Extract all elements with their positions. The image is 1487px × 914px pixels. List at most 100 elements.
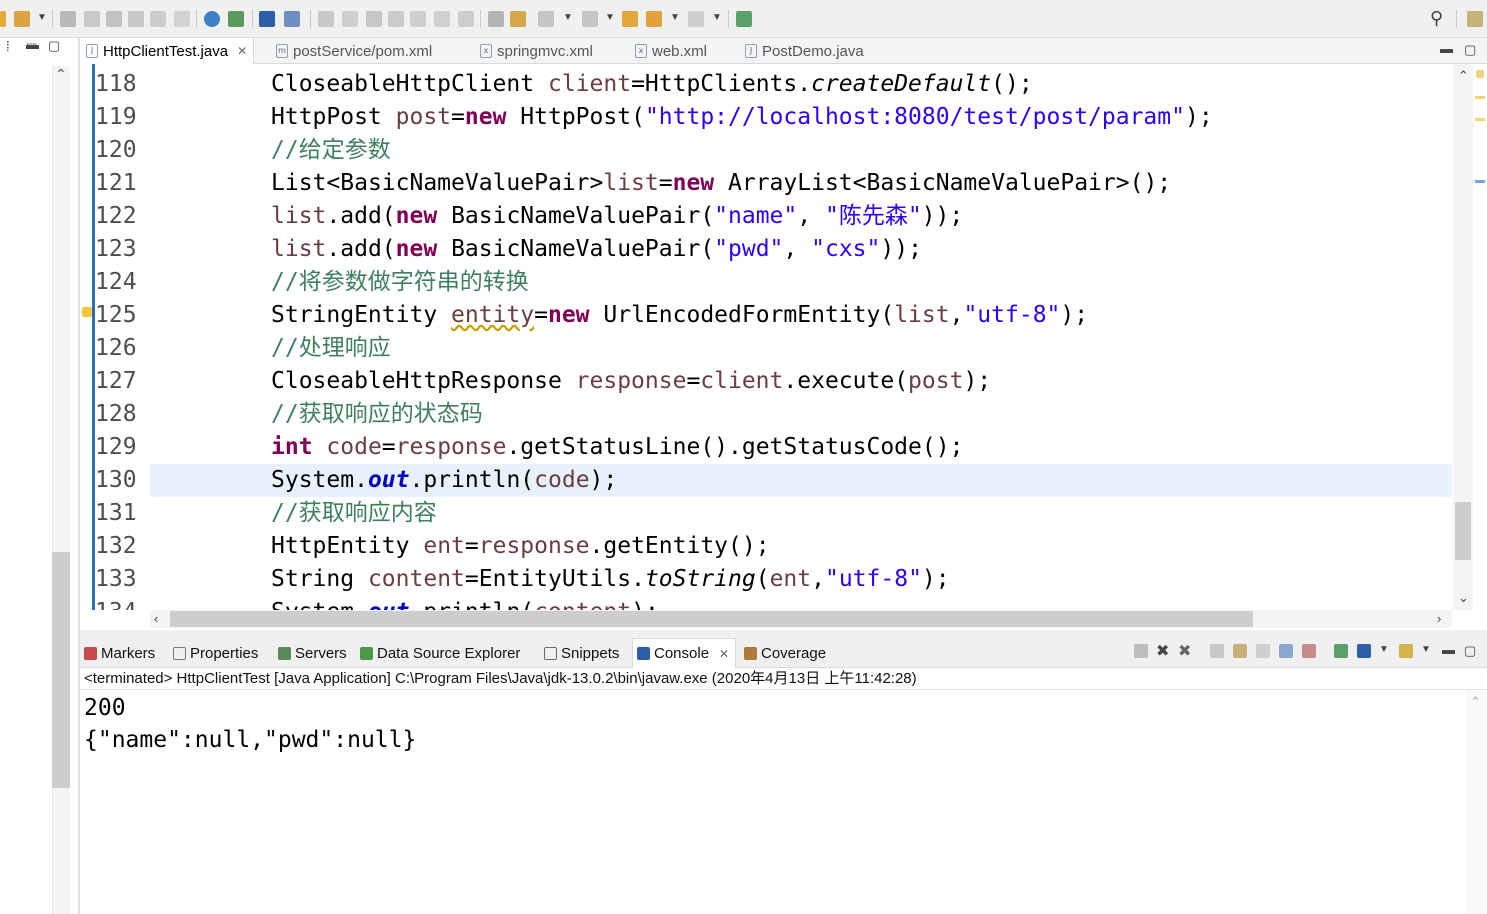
tab-data-source-explorer[interactable]: Data Source Explorer [360, 638, 520, 668]
globe-icon[interactable] [204, 11, 220, 27]
code-line[interactable]: int code=response.getStatusLine().getSta… [150, 431, 1452, 464]
tab-springmvc-xml[interactable]: x springmvc.xml [480, 38, 593, 64]
tab-web-xml[interactable]: x web.xml [635, 38, 707, 64]
code-line[interactable]: list.add(new BasicNameValuePair("name", … [150, 200, 1452, 233]
terminate-icon[interactable] [366, 11, 382, 27]
whitespace-icon[interactable] [150, 11, 166, 27]
scroll-up-icon[interactable]: ⌃ [1458, 68, 1469, 84]
disconnect-icon[interactable] [388, 11, 404, 27]
terminate-icon[interactable] [1134, 644, 1148, 658]
scroll-left-icon[interactable]: ‹ [154, 611, 158, 626]
remove-launch-icon[interactable]: ✖ [1156, 641, 1169, 661]
code-line[interactable]: System.out.println(code); [150, 464, 1452, 497]
back-icon[interactable] [646, 11, 662, 27]
code-line[interactable]: //给定参数 [150, 134, 1452, 167]
chevron-down-icon[interactable]: ▼ [670, 12, 680, 23]
minimize-icon[interactable]: ▬ [26, 38, 39, 52]
code-line[interactable]: HttpPost post=new HttpPost("http://local… [150, 101, 1452, 134]
toggle-bar-icon[interactable] [488, 11, 504, 27]
overview-warning-mark[interactable] [1475, 118, 1485, 121]
scroll-right-icon[interactable]: › [1437, 611, 1441, 626]
code-line[interactable]: StringEntity entity=new UrlEncodedFormEn… [150, 299, 1452, 332]
build-icon[interactable] [14, 11, 30, 27]
left-scroll-thumb[interactable] [52, 552, 70, 788]
editor-vscroll-thumb[interactable] [1455, 502, 1471, 560]
remove-all-icon[interactable]: ✖ [1178, 641, 1191, 661]
skip-breakpoints-icon[interactable] [284, 11, 300, 27]
warning-icon[interactable] [82, 307, 92, 317]
scroll-lock-icon[interactable] [1233, 644, 1247, 658]
close-icon[interactable]: ✕ [719, 647, 729, 661]
chevron-down-icon[interactable]: ▼ [1421, 644, 1431, 655]
chevron-down-icon[interactable]: ▼ [37, 12, 47, 23]
last-edit-icon[interactable] [622, 11, 638, 27]
code-line[interactable]: HttpEntity ent=response.getEntity(); [150, 530, 1452, 563]
console-vertical-scrollbar[interactable] [1466, 690, 1487, 914]
open-perspective-icon[interactable] [1467, 11, 1483, 27]
view-menu-icon[interactable]: ⁞ [6, 40, 10, 54]
chevron-down-icon[interactable]: ▼ [605, 12, 615, 23]
toggle-occurrences-icon[interactable] [84, 11, 100, 27]
tab-coverage[interactable]: Coverage [744, 638, 826, 668]
code-line[interactable]: CloseableHttpClient client=HttpClients.c… [150, 68, 1452, 101]
clear-console-icon[interactable] [1210, 644, 1224, 658]
console-output[interactable]: 200 {"name":null,"pwd":null} [80, 690, 1464, 914]
overview-occurrence-mark[interactable] [1475, 180, 1485, 183]
step-over-icon[interactable] [434, 11, 450, 27]
step-return-icon[interactable] [458, 11, 474, 27]
maximize-icon[interactable]: ▢ [48, 39, 60, 53]
pin-editor-icon[interactable] [736, 11, 752, 27]
tab-httpclienttest-java[interactable]: J HttpClientTest.java ✕ [80, 38, 255, 64]
word-wrap-icon[interactable] [1256, 644, 1270, 658]
minimize-icon[interactable]: ▬ [1442, 643, 1455, 657]
show-on-error-icon[interactable] [1302, 644, 1316, 658]
display-console-icon[interactable] [1357, 644, 1371, 658]
pilcrow-icon[interactable] [174, 11, 190, 27]
previous-annotation-icon[interactable] [582, 11, 598, 27]
pin-console-icon[interactable] [1334, 644, 1348, 658]
code-line[interactable]: System.out.println(content); [150, 596, 1452, 610]
resume-icon[interactable] [318, 11, 334, 27]
code-line[interactable]: //处理响应 [150, 332, 1452, 365]
minimize-icon[interactable]: ▬ [1440, 42, 1453, 56]
code-line[interactable]: //将参数做字符串的转换 [150, 266, 1452, 299]
chevron-down-icon[interactable]: ▼ [1379, 644, 1389, 655]
code-area[interactable]: CloseableHttpClient client=HttpClients.c… [150, 68, 1452, 610]
search-icon[interactable]: ⚲ [1430, 8, 1443, 29]
maximize-icon[interactable]: ▢ [1464, 644, 1476, 658]
tab-console[interactable]: Console ✕ [632, 638, 737, 668]
forward-icon[interactable] [688, 11, 704, 27]
code-line[interactable]: list.add(new BasicNameValuePair("pwd", "… [150, 233, 1452, 266]
highlight-icon[interactable] [510, 11, 526, 27]
tab-properties[interactable]: Properties [173, 638, 258, 668]
step-into-icon[interactable] [410, 11, 426, 27]
scroll-down-icon[interactable]: ⌄ [1458, 590, 1469, 606]
open-console-icon[interactable] [1399, 644, 1413, 658]
suspend-icon[interactable] [342, 11, 358, 27]
code-line[interactable]: CloseableHttpResponse response=client.ex… [150, 365, 1452, 398]
overview-warning-mark[interactable] [1475, 96, 1485, 99]
refresh-icon[interactable] [228, 11, 244, 27]
code-line[interactable]: String content=EntityUtils.toString(ent,… [150, 563, 1452, 596]
scroll-up-icon[interactable]: ⌃ [55, 66, 67, 83]
scroll-up-icon[interactable]: ⌃ [1470, 694, 1481, 710]
tab-markers[interactable]: Markers [84, 638, 155, 668]
word-wrap-icon[interactable] [128, 11, 144, 27]
show-on-output-icon[interactable] [1279, 644, 1293, 658]
editor-hscroll-thumb[interactable] [170, 611, 1253, 627]
toggle-block-icon[interactable] [106, 11, 122, 27]
chevron-down-icon[interactable]: ▼ [563, 12, 573, 23]
chevron-down-icon[interactable]: ▼ [712, 12, 722, 23]
code-editor[interactable]: 118 119 120 121 122 123 124 125 126 127 … [80, 64, 1487, 610]
run-menu-icon[interactable] [0, 11, 6, 27]
tab-snippets[interactable]: Snippets [544, 638, 619, 668]
tab-postdemo-java[interactable]: J PostDemo.java [745, 38, 864, 64]
tab-pom-xml[interactable]: m postService/pom.xml [276, 38, 432, 64]
code-line[interactable]: //获取响应内容 [150, 497, 1452, 530]
tab-servers[interactable]: Servers [278, 638, 347, 668]
console-toolbar-icon[interactable] [259, 11, 275, 27]
code-line[interactable]: //获取响应的状态码 [150, 398, 1452, 431]
code-line[interactable]: List<BasicNameValuePair>list=new ArrayLi… [150, 167, 1452, 200]
next-annotation-icon[interactable] [538, 11, 554, 27]
close-icon[interactable]: ✕ [237, 44, 247, 58]
